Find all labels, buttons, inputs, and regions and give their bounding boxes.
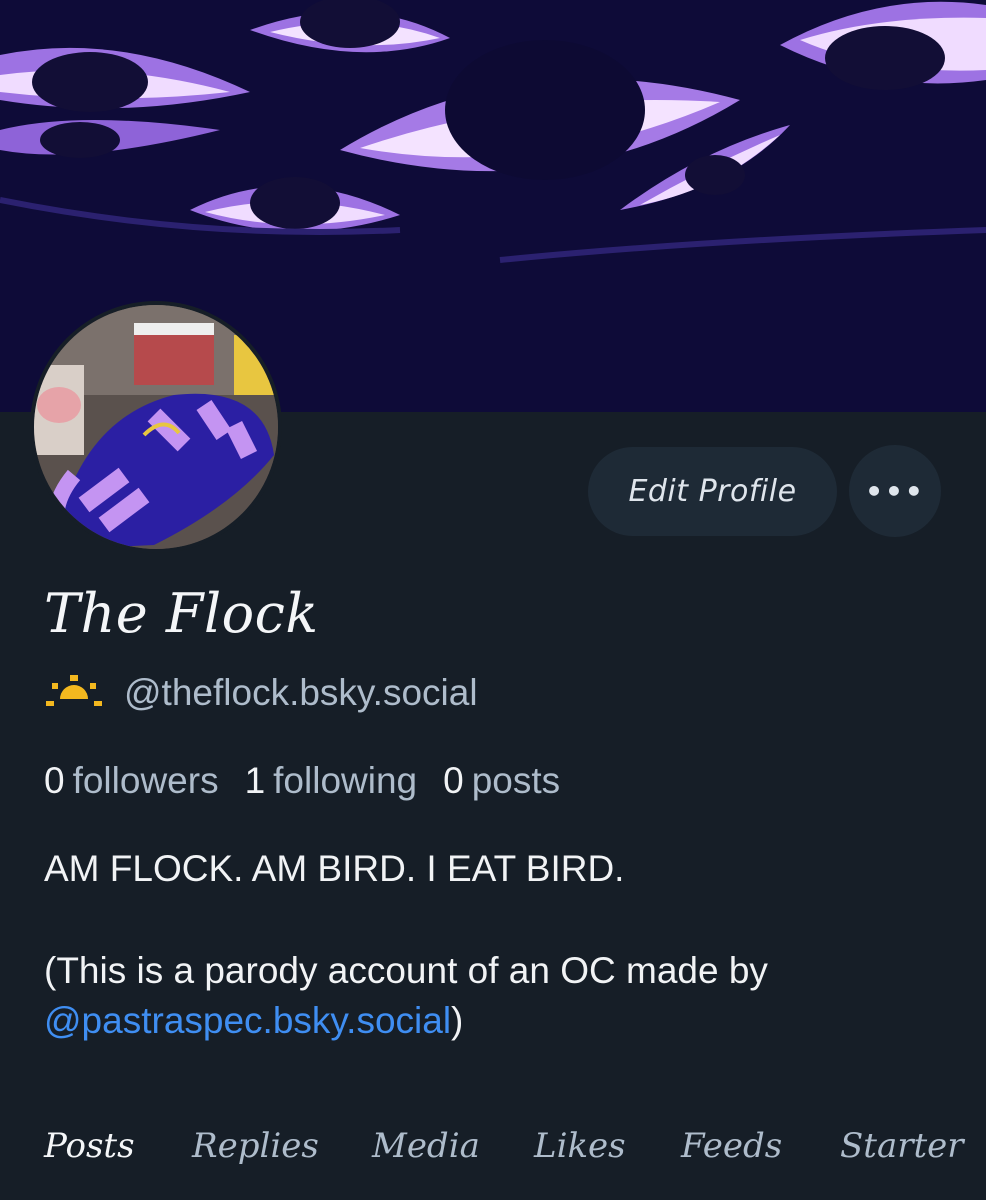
bio-line-1: AM FLOCK. AM BIRD. I EAT BIRD. bbox=[44, 848, 625, 889]
bio-line-3: @pastraspec.bsky.social) bbox=[44, 1000, 463, 1042]
bio-line-2: (This is a parody account of an OC made … bbox=[44, 950, 768, 991]
bio-closing-paren: ) bbox=[451, 1000, 464, 1041]
following-count: 1 bbox=[244, 760, 266, 801]
following-label: following bbox=[273, 760, 418, 801]
handle-row: @theflock.bsky.social bbox=[46, 672, 478, 714]
tab-replies[interactable]: Replies bbox=[192, 1126, 319, 1166]
posts-label: posts bbox=[471, 760, 561, 801]
tab-likes[interactable]: Likes bbox=[534, 1126, 626, 1166]
tab-posts[interactable]: Posts bbox=[44, 1126, 135, 1166]
posts-count: 0 bbox=[443, 760, 464, 801]
profile-stats: 0 followers 1 following 0 posts bbox=[44, 760, 560, 802]
posts-stat: 0 posts bbox=[443, 760, 560, 802]
followers-label: followers bbox=[72, 760, 219, 801]
avatar[interactable] bbox=[30, 301, 282, 553]
more-options-button[interactable]: ••• bbox=[849, 445, 941, 537]
tab-starter[interactable]: Starter bbox=[840, 1126, 964, 1166]
bio-mention-link[interactable]: @pastraspec.bsky.social bbox=[44, 1000, 451, 1041]
profile-handle[interactable]: @theflock.bsky.social bbox=[124, 672, 478, 714]
tab-feeds[interactable]: Feeds bbox=[681, 1126, 782, 1166]
display-name: The Flock bbox=[44, 582, 319, 645]
tab-media[interactable]: Media bbox=[372, 1126, 480, 1166]
followers-count: 0 bbox=[44, 760, 65, 801]
profile-tabs: Posts Replies Media Likes Feeds Starter bbox=[0, 1120, 986, 1180]
following-stat[interactable]: 1 following bbox=[245, 760, 418, 802]
more-options-icon: ••• bbox=[865, 474, 925, 508]
edit-profile-button[interactable]: Edit Profile bbox=[588, 447, 837, 536]
sun-icon bbox=[46, 673, 102, 714]
followers-stat[interactable]: 0 followers bbox=[44, 760, 219, 802]
